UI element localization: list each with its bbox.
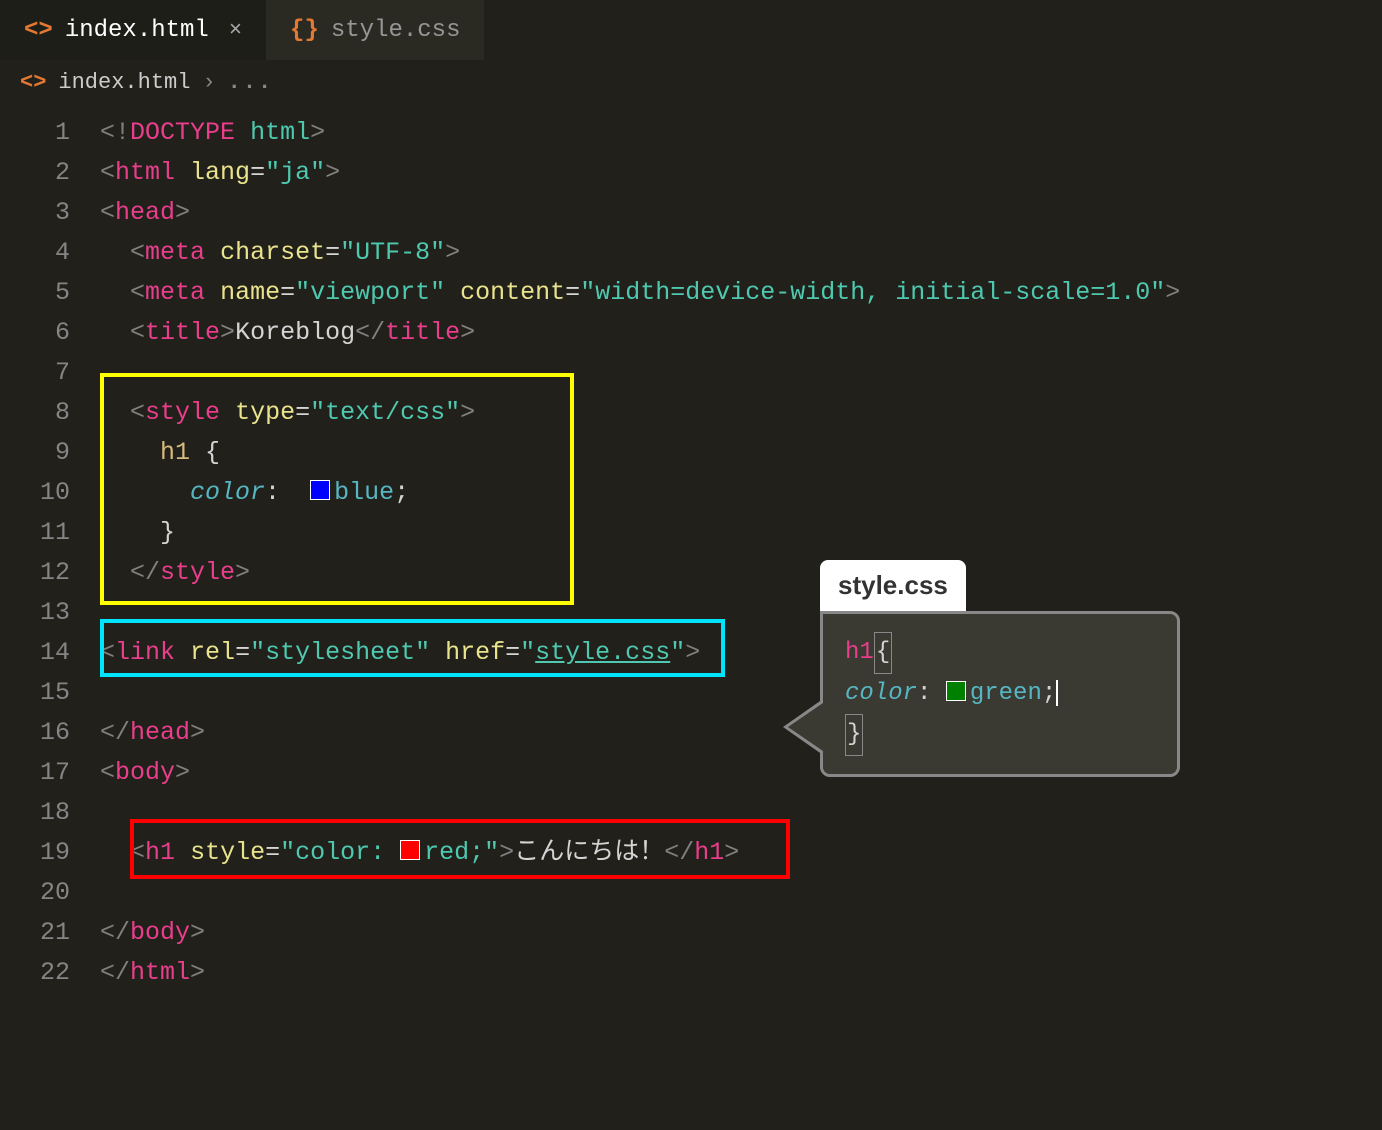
code-line bbox=[100, 873, 1382, 913]
css-icon: {} bbox=[290, 17, 319, 44]
color-swatch-blue bbox=[310, 480, 330, 500]
code-area[interactable]: <!DOCTYPE html> <html lang="ja"> <head> … bbox=[100, 113, 1382, 993]
line-number: 10 bbox=[0, 473, 70, 513]
tab-label: style.css bbox=[331, 17, 461, 44]
line-number: 22 bbox=[0, 953, 70, 993]
line-number: 11 bbox=[0, 513, 70, 553]
close-icon[interactable]: × bbox=[229, 18, 242, 43]
code-line: </body> bbox=[100, 913, 1382, 953]
line-number: 5 bbox=[0, 273, 70, 313]
line-number: 18 bbox=[0, 793, 70, 833]
line-number: 1 bbox=[0, 113, 70, 153]
line-number: 16 bbox=[0, 713, 70, 753]
code-line bbox=[100, 593, 1382, 633]
line-number: 19 bbox=[0, 833, 70, 873]
html-icon: <> bbox=[20, 70, 46, 95]
html-icon: <> bbox=[24, 17, 53, 44]
color-swatch-green bbox=[946, 681, 966, 701]
tooltip-title: style.css bbox=[820, 560, 966, 611]
line-number: 14 bbox=[0, 633, 70, 673]
code-line: color: blue; bbox=[100, 473, 1382, 513]
code-line: </head> bbox=[100, 713, 1382, 753]
line-number: 2 bbox=[0, 153, 70, 193]
code-line: </style> bbox=[100, 553, 1382, 593]
line-number: 9 bbox=[0, 433, 70, 473]
breadcrumb-more: ... bbox=[228, 70, 274, 95]
code-line: <body> bbox=[100, 753, 1382, 793]
line-number: 17 bbox=[0, 753, 70, 793]
code-line bbox=[100, 353, 1382, 393]
tab-bar: <> index.html × {} style.css bbox=[0, 0, 1382, 60]
text-cursor bbox=[1056, 680, 1058, 706]
tooltip-arrow-icon bbox=[783, 699, 823, 755]
code-line: h1 { bbox=[100, 433, 1382, 473]
tooltip-body: h1{ color: green; } bbox=[820, 611, 1180, 777]
line-number-gutter: 1 2 3 4 5 6 7 8 9 10 11 12 13 14 15 16 1… bbox=[0, 113, 100, 993]
code-line bbox=[100, 673, 1382, 713]
line-number: 13 bbox=[0, 593, 70, 633]
code-line: <title>Koreblog</title> bbox=[100, 313, 1382, 353]
breadcrumb-file: index.html bbox=[58, 70, 190, 95]
line-number: 8 bbox=[0, 393, 70, 433]
line-number: 12 bbox=[0, 553, 70, 593]
code-line: </html> bbox=[100, 953, 1382, 993]
tooltip-code-line: color: green; bbox=[845, 674, 1155, 714]
code-line: <meta name="viewport" content="width=dev… bbox=[100, 273, 1382, 313]
tooltip-code-line: h1{ bbox=[845, 632, 1155, 674]
line-number: 6 bbox=[0, 313, 70, 353]
code-line: <h1 style="color: red;">こんにちは！</h1> bbox=[100, 833, 1382, 873]
chevron-right-icon: › bbox=[202, 70, 215, 95]
line-number: 20 bbox=[0, 873, 70, 913]
color-swatch-red bbox=[400, 840, 420, 860]
tab-index-html[interactable]: <> index.html × bbox=[0, 0, 266, 60]
code-line: <head> bbox=[100, 193, 1382, 233]
breadcrumb[interactable]: <> index.html › ... bbox=[0, 60, 1382, 105]
tab-label: index.html bbox=[65, 17, 209, 44]
code-line: <style type="text/css"> bbox=[100, 393, 1382, 433]
line-number: 21 bbox=[0, 913, 70, 953]
tab-style-css[interactable]: {} style.css bbox=[266, 0, 484, 60]
code-line: } bbox=[100, 513, 1382, 553]
stylesheet-tooltip: style.css h1{ color: green; } bbox=[820, 560, 1180, 777]
code-line: <!DOCTYPE html> bbox=[100, 113, 1382, 153]
code-line bbox=[100, 793, 1382, 833]
line-number: 4 bbox=[0, 233, 70, 273]
code-line: <link rel="stylesheet" href="style.css"> bbox=[100, 633, 1382, 673]
line-number: 15 bbox=[0, 673, 70, 713]
code-line: <meta charset="UTF-8"> bbox=[100, 233, 1382, 273]
tooltip-code-line: } bbox=[845, 714, 1155, 756]
line-number: 7 bbox=[0, 353, 70, 393]
code-editor[interactable]: 1 2 3 4 5 6 7 8 9 10 11 12 13 14 15 16 1… bbox=[0, 105, 1382, 993]
code-line: <html lang="ja"> bbox=[100, 153, 1382, 193]
line-number: 3 bbox=[0, 193, 70, 233]
